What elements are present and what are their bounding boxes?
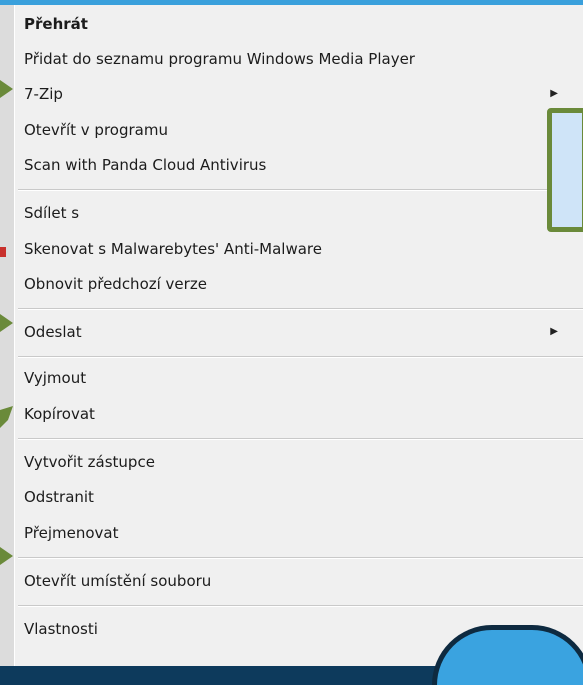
menu-item-label: Vyjmout: [24, 369, 87, 387]
menu-item-label: Odstranit: [24, 488, 94, 506]
menu-item-label: Přejmenovat: [24, 524, 119, 542]
menu-separator: [18, 605, 583, 607]
menu-item-share-with[interactable]: Sdílet s: [24, 197, 564, 229]
menu-item-label: Kopírovat: [24, 405, 95, 423]
menu-item-label: Obnovit předchozí verze: [24, 275, 207, 293]
menu-separator: [18, 308, 583, 310]
context-menu: Přehrát Přidat do seznamu programu Windo…: [0, 5, 583, 666]
submenu-preview-panel: [547, 108, 583, 232]
menu-item-label: Otevřít v programu: [24, 121, 168, 139]
gutter-divider: [14, 5, 15, 666]
menu-separator: [18, 557, 583, 559]
chevron-right-icon: ▶: [550, 326, 558, 337]
menu-item-add-to-wmp-list[interactable]: Přidat do seznamu programu Windows Media…: [24, 43, 564, 75]
menu-item-label: Přidat do seznamu programu Windows Media…: [24, 50, 415, 68]
menu-item-open-with[interactable]: Otevřít v programu: [24, 114, 564, 146]
menu-item-restore-previous-versions[interactable]: Obnovit předchozí verze: [24, 268, 564, 300]
menu-item-7zip[interactable]: 7-Zip ▶: [24, 78, 564, 110]
malwarebytes-icon: [0, 247, 6, 257]
pointer-arrow-icon: [0, 314, 13, 332]
menu-item-rename[interactable]: Přejmenovat: [24, 517, 564, 549]
menu-item-cut[interactable]: Vyjmout: [24, 362, 564, 394]
menu-item-label: Odeslat: [24, 323, 82, 341]
menu-item-delete[interactable]: Odstranit: [24, 481, 564, 513]
menu-item-label: Přehrát: [24, 15, 88, 33]
menu-separator: [18, 356, 583, 358]
menu-item-label: Scan with Panda Cloud Antivirus: [24, 156, 267, 174]
menu-item-label: Sdílet s: [24, 204, 80, 222]
menu-separator: [18, 438, 583, 440]
menu-item-label: Vytvořit zástupce: [24, 453, 155, 471]
chevron-right-icon: ▶: [550, 88, 558, 99]
menu-item-send-to[interactable]: Odeslat ▶: [24, 316, 564, 348]
menu-item-malwarebytes-scan[interactable]: Skenovat s Malwarebytes' Anti-Malware: [24, 233, 564, 265]
menu-item-label: 7-Zip: [24, 85, 63, 103]
menu-item-panda-scan[interactable]: Scan with Panda Cloud Antivirus: [24, 149, 564, 181]
menu-item-label: Vlastnosti: [24, 620, 98, 638]
menu-item-label: Skenovat s Malwarebytes' Anti-Malware: [24, 240, 322, 258]
menu-item-open-file-location[interactable]: Otevřít umístění souboru: [24, 565, 564, 597]
menu-item-create-shortcut[interactable]: Vytvořit zástupce: [24, 446, 564, 478]
pointer-arrow-icon: [0, 406, 13, 428]
pointer-arrow-icon: [0, 80, 13, 98]
menu-separator: [18, 189, 583, 191]
menu-item-label: Otevřít umístění souboru: [24, 572, 212, 590]
menu-item-copy[interactable]: Kopírovat: [24, 398, 564, 430]
menu-item-play[interactable]: Přehrát: [24, 8, 564, 40]
pointer-arrow-icon: [0, 547, 13, 565]
